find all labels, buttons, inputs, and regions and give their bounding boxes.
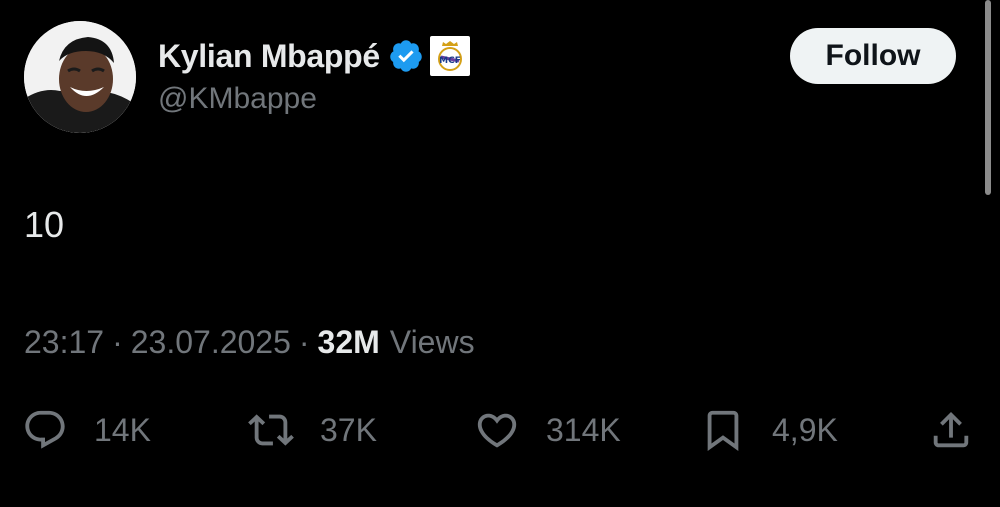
verified-badge-icon[interactable] [388,38,424,74]
real-madrid-crest-icon: MCF [429,36,470,76]
tweet-date[interactable]: 23.07.2025 [131,324,291,361]
tweet-time[interactable]: 23:17 [24,324,104,361]
views-label: Views [389,324,475,360]
bookmark-button[interactable]: 4,9K [700,400,838,460]
repost-icon [248,414,294,446]
scrollbar[interactable] [985,0,991,195]
views-count: 32M [317,324,380,360]
heart-icon [477,413,517,448]
meta-separator: · [112,324,123,360]
meta-separator: · [298,324,310,360]
tweet-text: 10 [24,204,65,245]
bookmark-count: 4,9K [772,411,838,448]
user-handle[interactable]: @KMbappe [158,82,317,116]
repost-button[interactable]: 37K [248,400,377,460]
repost-count: 37K [320,411,377,448]
svg-text:MCF: MCF [439,56,461,66]
bookmark-icon [707,410,739,451]
tweet-actions: 14K 37K 314K 4,9K [0,400,1000,460]
like-count: 314K [546,411,621,448]
speech-bubble-icon [25,410,65,449]
user-name[interactable]: Kylian Mbappé [158,38,380,75]
share-icon [933,411,969,448]
tweet-meta: 23:17 · 23.07.2025 · 32M Views [24,324,475,361]
like-button[interactable]: 314K [474,400,621,460]
avatar[interactable] [24,21,136,133]
reply-count: 14K [94,411,151,448]
user-name-row: Kylian Mbappé MCF [158,30,470,82]
avatar-image [24,21,136,133]
follow-button[interactable]: Follow [790,28,956,84]
reply-button[interactable]: 14K [22,400,151,460]
share-button[interactable] [928,400,974,460]
